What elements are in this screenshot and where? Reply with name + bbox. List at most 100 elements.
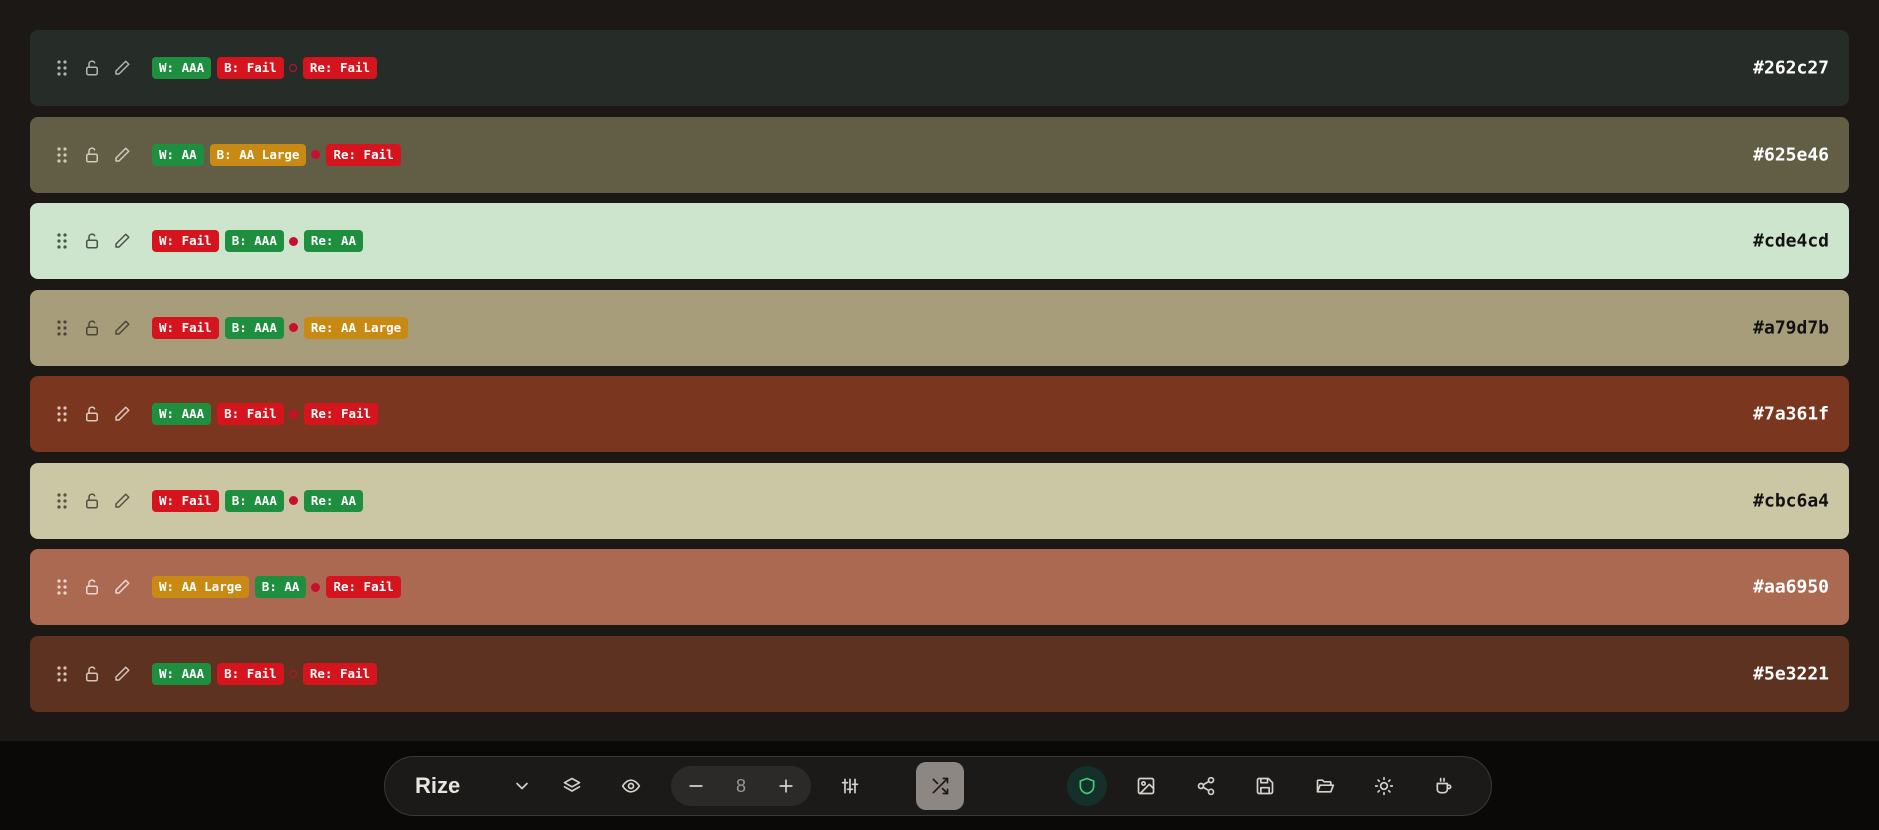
black-contrast-badge: B: AAA [224,489,284,512]
row-tools [52,491,142,511]
relative-contrast-badge: Re: Fail [302,57,378,79]
toolbar: Rize 8 [384,756,1492,816]
color-row[interactable]: W: AA Large B: AA Re: Fail #aa6950 [30,549,1849,625]
contrast-dot-icon [288,323,298,332]
folder-open-icon[interactable] [1305,766,1345,806]
row-tools [52,577,142,597]
row-tools [52,318,142,338]
shuffle-icon[interactable] [916,762,964,810]
relative-contrast-badge: Re: AA Large [303,316,409,339]
white-contrast-badge: W: AA Large [152,576,249,598]
unlock-icon[interactable] [82,318,102,338]
row-tools [52,664,142,684]
unlock-icon[interactable] [82,231,102,251]
share-icon[interactable] [1186,766,1226,806]
contrast-dot-icon [288,669,297,678]
hex-code[interactable]: #625e46 [1753,144,1829,165]
unlock-icon[interactable] [82,577,102,597]
contrast-dot-icon [311,150,321,159]
black-contrast-badge: B: Fail [217,57,284,79]
edit-icon[interactable] [112,318,132,338]
contrast-dot-icon [288,409,298,419]
contrast-badges: W: Fail B: AAA Re: AA [152,489,369,512]
color-row[interactable]: W: Fail B: AAA Re: AA Large #a79d7b [30,289,1849,366]
drag-handle-icon[interactable] [52,664,72,684]
black-contrast-badge: B: AA Large [209,143,307,166]
hex-code[interactable]: #262c27 [1753,58,1829,79]
white-contrast-badge: W: Fail [152,230,219,252]
image-icon[interactable] [1126,766,1166,806]
relative-contrast-badge: Re: AA [303,230,363,252]
color-row[interactable]: W: AAA B: Fail Re: Fail #7a361f [30,376,1849,452]
chevron-down-icon[interactable] [502,766,542,806]
color-row[interactable]: W: Fail B: AAA Re: AA #cde4cd [30,203,1849,279]
eye-icon[interactable] [611,766,651,806]
coffee-icon[interactable] [1424,766,1464,806]
row-tools [52,404,142,424]
row-tools [52,231,142,251]
color-row[interactable]: W: AAA B: Fail Re: Fail #5e3221 [30,635,1849,712]
drag-handle-icon[interactable] [52,404,72,424]
palette-list: W: AAA B: Fail Re: Fail #262c27 W: AA B: AA L… [30,30,1849,722]
color-row[interactable]: W: AAA B: Fail Re: Fail #262c27 [30,30,1849,106]
white-contrast-badge: W: AAA [152,403,212,425]
drag-handle-icon[interactable] [52,577,72,597]
row-tools [52,145,142,165]
drag-handle-icon[interactable] [52,491,72,511]
contrast-badges: W: AAA B: Fail Re: Fail [152,403,384,425]
drag-handle-icon[interactable] [52,231,72,251]
count-value: 8 [735,775,746,796]
white-contrast-badge: W: AAA [152,662,212,685]
unlock-icon[interactable] [82,58,102,78]
black-contrast-badge: B: AAA [224,230,284,252]
unlock-icon[interactable] [82,404,102,424]
count-stepper: 8 [671,766,811,806]
minus-icon[interactable] [681,766,711,806]
relative-contrast-badge: Re: Fail [326,576,401,598]
color-row[interactable]: W: Fail B: AAA Re: AA #cbc6a4 [30,462,1849,539]
contrast-badges: W: AA Large B: AA Re: Fail [152,576,407,598]
drag-handle-icon[interactable] [52,145,72,165]
contrast-dot-icon [288,236,298,246]
edit-icon[interactable] [112,58,132,78]
hex-code[interactable]: #aa6950 [1753,577,1829,598]
color-row[interactable]: W: AA B: AA Large Re: Fail #625e46 [30,116,1849,193]
edit-icon[interactable] [112,491,132,511]
contrast-badges: W: AA B: AA Large Re: Fail [152,143,407,166]
shield-icon[interactable] [1067,766,1107,806]
contrast-dot-icon [288,496,298,505]
palette-name[interactable]: Rize [415,757,460,815]
hex-code[interactable]: #a79d7b [1753,317,1829,338]
white-contrast-badge: W: Fail [152,489,219,512]
sun-icon[interactable] [1364,766,1404,806]
edit-icon[interactable] [112,664,132,684]
layers-icon[interactable] [552,766,592,806]
unlock-icon[interactable] [82,491,102,511]
hex-code[interactable]: #cde4cd [1753,231,1829,252]
hex-code[interactable]: #5e3221 [1753,663,1829,684]
plus-icon[interactable] [771,766,801,806]
unlock-icon[interactable] [82,145,102,165]
row-tools [52,58,142,78]
contrast-dot-icon [311,582,321,592]
hex-code[interactable]: #7a361f [1753,404,1829,425]
drag-handle-icon[interactable] [52,318,72,338]
contrast-badges: W: AAA B: Fail Re: Fail [152,57,383,79]
save-icon[interactable] [1245,766,1285,806]
sliders-icon[interactable] [830,766,870,806]
drag-handle-icon[interactable] [52,58,72,78]
edit-icon[interactable] [112,577,132,597]
unlock-icon[interactable] [82,664,102,684]
white-contrast-badge: W: Fail [152,316,219,339]
edit-icon[interactable] [112,231,132,251]
hex-code[interactable]: #cbc6a4 [1753,490,1829,511]
contrast-badges: W: AAA B: Fail Re: Fail [152,662,383,685]
black-contrast-badge: B: Fail [217,403,284,425]
edit-icon[interactable] [112,404,132,424]
edit-icon[interactable] [112,145,132,165]
relative-contrast-badge: Re: Fail [303,403,379,425]
relative-contrast-badge: Re: AA [303,489,363,512]
contrast-dot-icon [288,64,297,72]
black-contrast-badge: B: Fail [217,662,284,685]
white-contrast-badge: W: AAA [152,57,212,79]
